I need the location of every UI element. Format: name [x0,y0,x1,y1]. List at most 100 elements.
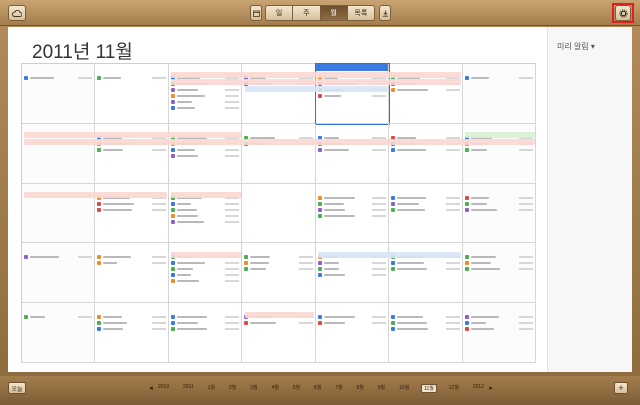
multi-day-event[interactable] [171,192,241,198]
timeline-prev-icon[interactable]: ◂ [146,384,156,392]
timeline-item[interactable]: 3월 [248,384,259,393]
multi-day-event[interactable] [465,132,535,138]
event-item[interactable] [317,267,387,272]
timeline-item[interactable]: 4월 [269,384,280,393]
timeline-item[interactable]: 10월 [397,384,411,393]
event-item[interactable] [464,76,533,80]
day-cell[interactable] [315,123,390,184]
timeline-item[interactable]: 2012 [471,384,486,393]
event-item[interactable] [97,321,166,326]
event-item[interactable] [317,207,387,212]
today-button[interactable]: 오늘 [8,382,26,394]
day-cell[interactable] [95,303,169,363]
multi-day-event[interactable] [171,79,462,85]
event-item[interactable] [97,201,166,206]
event-item[interactable] [391,315,460,320]
day-cell[interactable] [389,303,463,363]
event-item[interactable] [391,207,460,212]
event-item[interactable] [391,261,460,266]
event-item[interactable] [317,195,387,200]
day-cell[interactable] [462,183,536,244]
event-item[interactable] [391,195,460,200]
cloud-icon[interactable] [8,5,26,21]
event-item[interactable] [317,321,387,326]
event-item[interactable] [464,327,533,332]
event-item[interactable] [170,153,240,158]
day-cell[interactable] [462,243,536,304]
event-item[interactable] [170,213,240,218]
timeline-item[interactable]: 2011 [181,384,196,393]
event-item[interactable] [317,147,387,152]
add-event-button[interactable]: + [614,382,628,394]
event-item[interactable] [464,147,533,152]
day-cell[interactable] [22,303,96,363]
tab-day[interactable]: 일 [266,6,294,20]
event-item[interactable] [244,261,313,266]
event-item[interactable] [97,76,166,80]
event-item[interactable] [317,273,387,278]
timeline-item[interactable]: 8월 [355,384,366,393]
event-item[interactable] [317,261,387,266]
event-item[interactable] [244,255,313,260]
event-item[interactable] [170,100,240,104]
day-cell[interactable] [22,243,96,304]
event-item[interactable] [170,106,240,110]
event-item[interactable] [170,94,240,98]
event-item[interactable] [170,327,240,332]
day-cell[interactable] [315,183,390,244]
timeline-item[interactable]: 9월 [376,384,387,393]
multi-day-event[interactable] [24,132,241,138]
day-cell[interactable] [315,303,390,363]
event-item[interactable] [464,321,533,326]
event-item[interactable] [170,201,240,206]
day-cell[interactable] [389,183,463,244]
event-item[interactable] [170,219,240,224]
multi-day-event[interactable] [318,252,462,258]
timeline-next-icon[interactable]: ▸ [486,384,496,392]
day-cell[interactable] [242,183,316,244]
day-cell[interactable] [168,303,243,363]
timeline-item[interactable]: 11월 [421,383,437,393]
day-cell[interactable] [462,303,536,363]
tab-week[interactable]: 주 [293,6,321,20]
event-item[interactable] [170,207,240,212]
event-item[interactable] [244,321,313,326]
tab-month[interactable]: 월 [320,6,348,20]
event-item[interactable] [391,327,460,332]
event-item[interactable] [391,321,460,326]
event-item[interactable] [170,279,240,284]
day-cell[interactable] [242,123,316,184]
event-item[interactable] [24,255,93,260]
timeline-item[interactable]: 2월 [227,384,238,393]
event-item[interactable] [464,261,533,266]
event-item[interactable] [24,315,93,320]
day-cell[interactable] [389,123,463,184]
event-item[interactable] [170,273,240,278]
event-item[interactable] [317,94,387,98]
event-item[interactable] [464,207,533,212]
day-cell[interactable] [95,243,169,304]
event-item[interactable] [317,201,387,206]
timeline-item[interactable]: 12월 [447,384,461,393]
timeline-item[interactable]: 1월 [206,384,217,393]
event-item[interactable] [170,147,240,152]
event-item[interactable] [170,315,240,320]
event-item[interactable] [317,315,387,320]
timeline-item[interactable]: 6월 [312,384,323,393]
event-item[interactable] [244,267,313,272]
event-item[interactable] [97,207,166,212]
day-cell[interactable] [462,64,536,124]
event-item[interactable] [464,267,533,272]
multi-day-event[interactable] [24,192,168,198]
event-item[interactable] [97,315,166,320]
download-icon[interactable] [379,5,391,21]
multi-day-event[interactable] [171,72,462,78]
event-item[interactable] [391,201,460,206]
event-item[interactable] [97,261,166,266]
event-item[interactable] [317,213,387,218]
event-item[interactable] [170,267,240,272]
multi-day-event[interactable] [244,312,315,318]
reminders-dropdown[interactable]: 미리 알림 ▾ [557,41,595,52]
event-item[interactable] [464,255,533,260]
day-cell[interactable] [95,64,169,124]
